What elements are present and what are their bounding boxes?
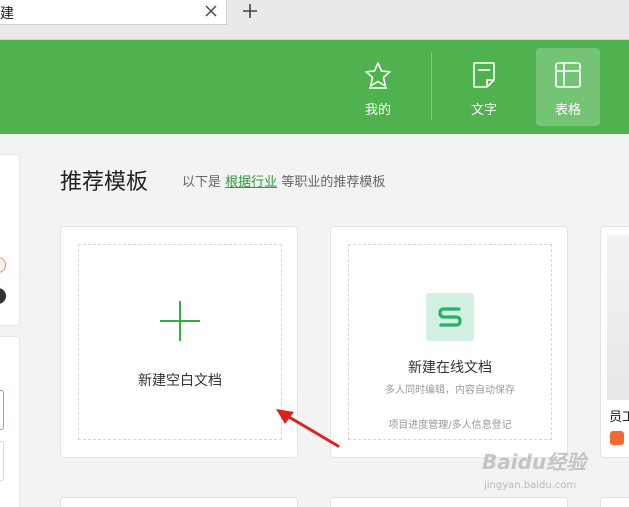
nav-label: 表格 xyxy=(554,103,581,118)
nav-spreadsheet[interactable]: 表格 xyxy=(536,48,600,126)
nav-divider xyxy=(431,52,432,120)
nav-label: 我的 xyxy=(364,103,391,118)
section-subtitle: 以下是 根据行业 等职业的推荐模板 xyxy=(182,171,385,190)
plus-icon[interactable] xyxy=(241,2,259,20)
industry-link[interactable]: 根据行业 xyxy=(225,175,277,190)
template-label: 员工 xyxy=(609,410,629,425)
watermark-url: jingyan.baidu.com xyxy=(484,480,577,491)
new-blank-document-card[interactable]: 新建空白文档 xyxy=(60,226,298,458)
watermark-brand: Baidu经验 xyxy=(482,450,587,474)
new-online-document-footer: 项目进度管理/多人信息登记 xyxy=(388,420,512,431)
new-online-document-title: 新建在线文档 xyxy=(408,360,492,376)
side-grey-button[interactable] xyxy=(0,441,4,481)
template-thumbnail xyxy=(607,235,629,400)
wps-s-logo-icon xyxy=(426,293,474,341)
plus-icon xyxy=(160,301,200,341)
template-card[interactable] xyxy=(60,497,298,507)
dashed-frame xyxy=(78,244,282,440)
side-green-button[interactable] xyxy=(0,390,4,430)
new-online-document-description: 多人同时编辑，内容自动保存 xyxy=(385,385,515,396)
nav-label: 文字 xyxy=(470,103,497,118)
section-title: 推荐模板 xyxy=(60,170,149,195)
new-online-document-card[interactable]: 新建在线文档 多人同时编辑，内容自动保存 项目进度管理/多人信息登记 xyxy=(330,226,568,458)
annotation-arrow-icon xyxy=(276,409,340,448)
subtitle-prefix: 以下是 xyxy=(182,175,222,190)
table-icon xyxy=(555,62,581,88)
document-icon xyxy=(473,62,495,88)
subtitle-suffix: 等职业的推荐模板 xyxy=(281,175,386,190)
dashed-frame xyxy=(348,244,552,440)
header-bar: 我的 文字 表格 xyxy=(0,40,629,134)
nav-mine[interactable]: 我的 xyxy=(346,48,410,126)
document-tab[interactable]: 建 xyxy=(0,0,227,25)
tab-title: 建 xyxy=(0,6,14,22)
close-icon[interactable] xyxy=(203,3,219,19)
tab-bar: 建 xyxy=(0,0,629,40)
s-logo-icon xyxy=(438,307,462,327)
star-icon xyxy=(365,62,391,89)
template-card[interactable]: 员工 xyxy=(600,226,629,458)
watermark: Baidu经验 jingyan.baidu.com xyxy=(482,440,629,507)
new-blank-document-label: 新建空白文档 xyxy=(138,373,222,389)
nav-writer[interactable]: 文字 xyxy=(452,48,516,126)
